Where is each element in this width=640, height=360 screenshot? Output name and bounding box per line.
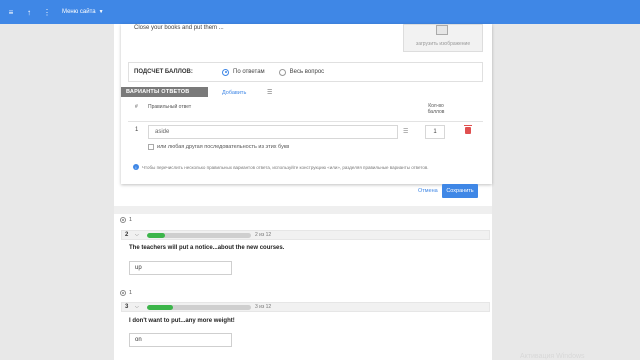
column-header-score: Кол-во баллов (427, 103, 445, 115)
variant-row-number: 1 (135, 127, 139, 133)
question-text[interactable]: Close your books and put them ... (134, 25, 224, 31)
chevron-down-icon[interactable]: ⌵ (135, 304, 145, 310)
question-number: 3 (125, 304, 129, 310)
up-arrow-icon[interactable]: ↑ (22, 5, 36, 19)
info-icon: i (133, 164, 139, 170)
checkbox[interactable] (148, 144, 154, 150)
table-divider (128, 121, 483, 122)
scoring-label: ПОДСЧЕТ БАЛЛОВ: (134, 69, 193, 75)
question-editor-card: Close your books and put them ... загруз… (121, 24, 492, 184)
question-header[interactable]: 2 ⌵ 2 из 12 (121, 230, 490, 240)
progress-fill (147, 232, 165, 238)
scoring-option-label: Весь вопрос (289, 69, 325, 75)
top-bar: ≡ ↑ ⋮ Меню сайта ▼ (0, 0, 640, 24)
scoring-option-whole-question[interactable]: Весь вопрос (278, 68, 325, 76)
hint-text: Чтобы перечислить несколько правильных в… (142, 164, 429, 170)
column-header-answer: Правильный ответ (148, 104, 192, 110)
variant-score-input[interactable]: 1 (425, 125, 445, 139)
question-meta: 1 (120, 217, 132, 223)
question-number: 2 (125, 232, 129, 238)
cancel-button[interactable]: Отмена (418, 188, 438, 194)
scoring-option-by-answers[interactable]: По ответам (222, 68, 265, 76)
question-meta-value: 1 (129, 217, 133, 223)
site-menu-label: Меню сайта (62, 9, 96, 15)
column-header-num: # (135, 104, 138, 110)
section-divider (114, 206, 492, 214)
checkbox-label: или любая другая последовательность из э… (157, 144, 290, 150)
any-sequence-option[interactable]: или любая другая последовательность из э… (148, 144, 289, 150)
points-icon (120, 290, 126, 296)
question-count: 3 из 12 (255, 304, 272, 310)
image-upload-area[interactable]: загрузить изображение (403, 24, 483, 52)
points-icon (120, 217, 126, 223)
drag-handle-icon[interactable]: ☰ (403, 128, 408, 135)
more-vertical-icon[interactable]: ⋮ (40, 5, 54, 19)
variants-header: ВАРИАНТЫ ОТВЕТОВ (121, 87, 208, 97)
hint-row: i Чтобы перечислить несколько правильных… (133, 164, 429, 170)
variant-answer-input[interactable]: aside (148, 125, 398, 139)
question-count: 2 из 12 (255, 232, 272, 238)
scoring-option-label: По ответам (233, 69, 265, 75)
progress-bar (147, 232, 251, 238)
question-header[interactable]: 3 ⌵ 3 из 12 (121, 302, 490, 312)
save-button[interactable]: Сохранить (442, 184, 478, 198)
question-sentence: The teachers will put a notice...about t… (129, 245, 285, 251)
question-meta: 1 (120, 290, 132, 296)
image-upload-label: загрузить изображение (415, 41, 471, 47)
caret-down-icon: ▼ (98, 9, 104, 15)
add-variant-link[interactable]: Добавить (222, 90, 246, 96)
answer-field[interactable]: up (129, 261, 232, 275)
list-icon[interactable]: ☰ (267, 89, 272, 96)
progress-fill (147, 304, 173, 310)
site-menu-button[interactable]: Меню сайта ▼ (62, 9, 104, 15)
radio-icon[interactable] (278, 68, 286, 76)
image-icon (436, 25, 448, 35)
windows-activation-watermark: Активация Windows (520, 353, 585, 360)
question-meta-value: 1 (129, 290, 133, 296)
radio-selected-icon[interactable] (222, 68, 229, 76)
answer-field[interactable]: on (129, 333, 232, 347)
scoring-section: ПОДСЧЕТ БАЛЛОВ: По ответам Весь вопрос (128, 62, 483, 82)
progress-bar (147, 304, 251, 310)
hamburger-icon[interactable]: ≡ (4, 5, 18, 19)
chevron-down-icon[interactable]: ⌵ (135, 232, 145, 238)
question-sentence: I don't want to put...any more weight! (129, 318, 235, 324)
trash-icon[interactable] (464, 125, 472, 134)
